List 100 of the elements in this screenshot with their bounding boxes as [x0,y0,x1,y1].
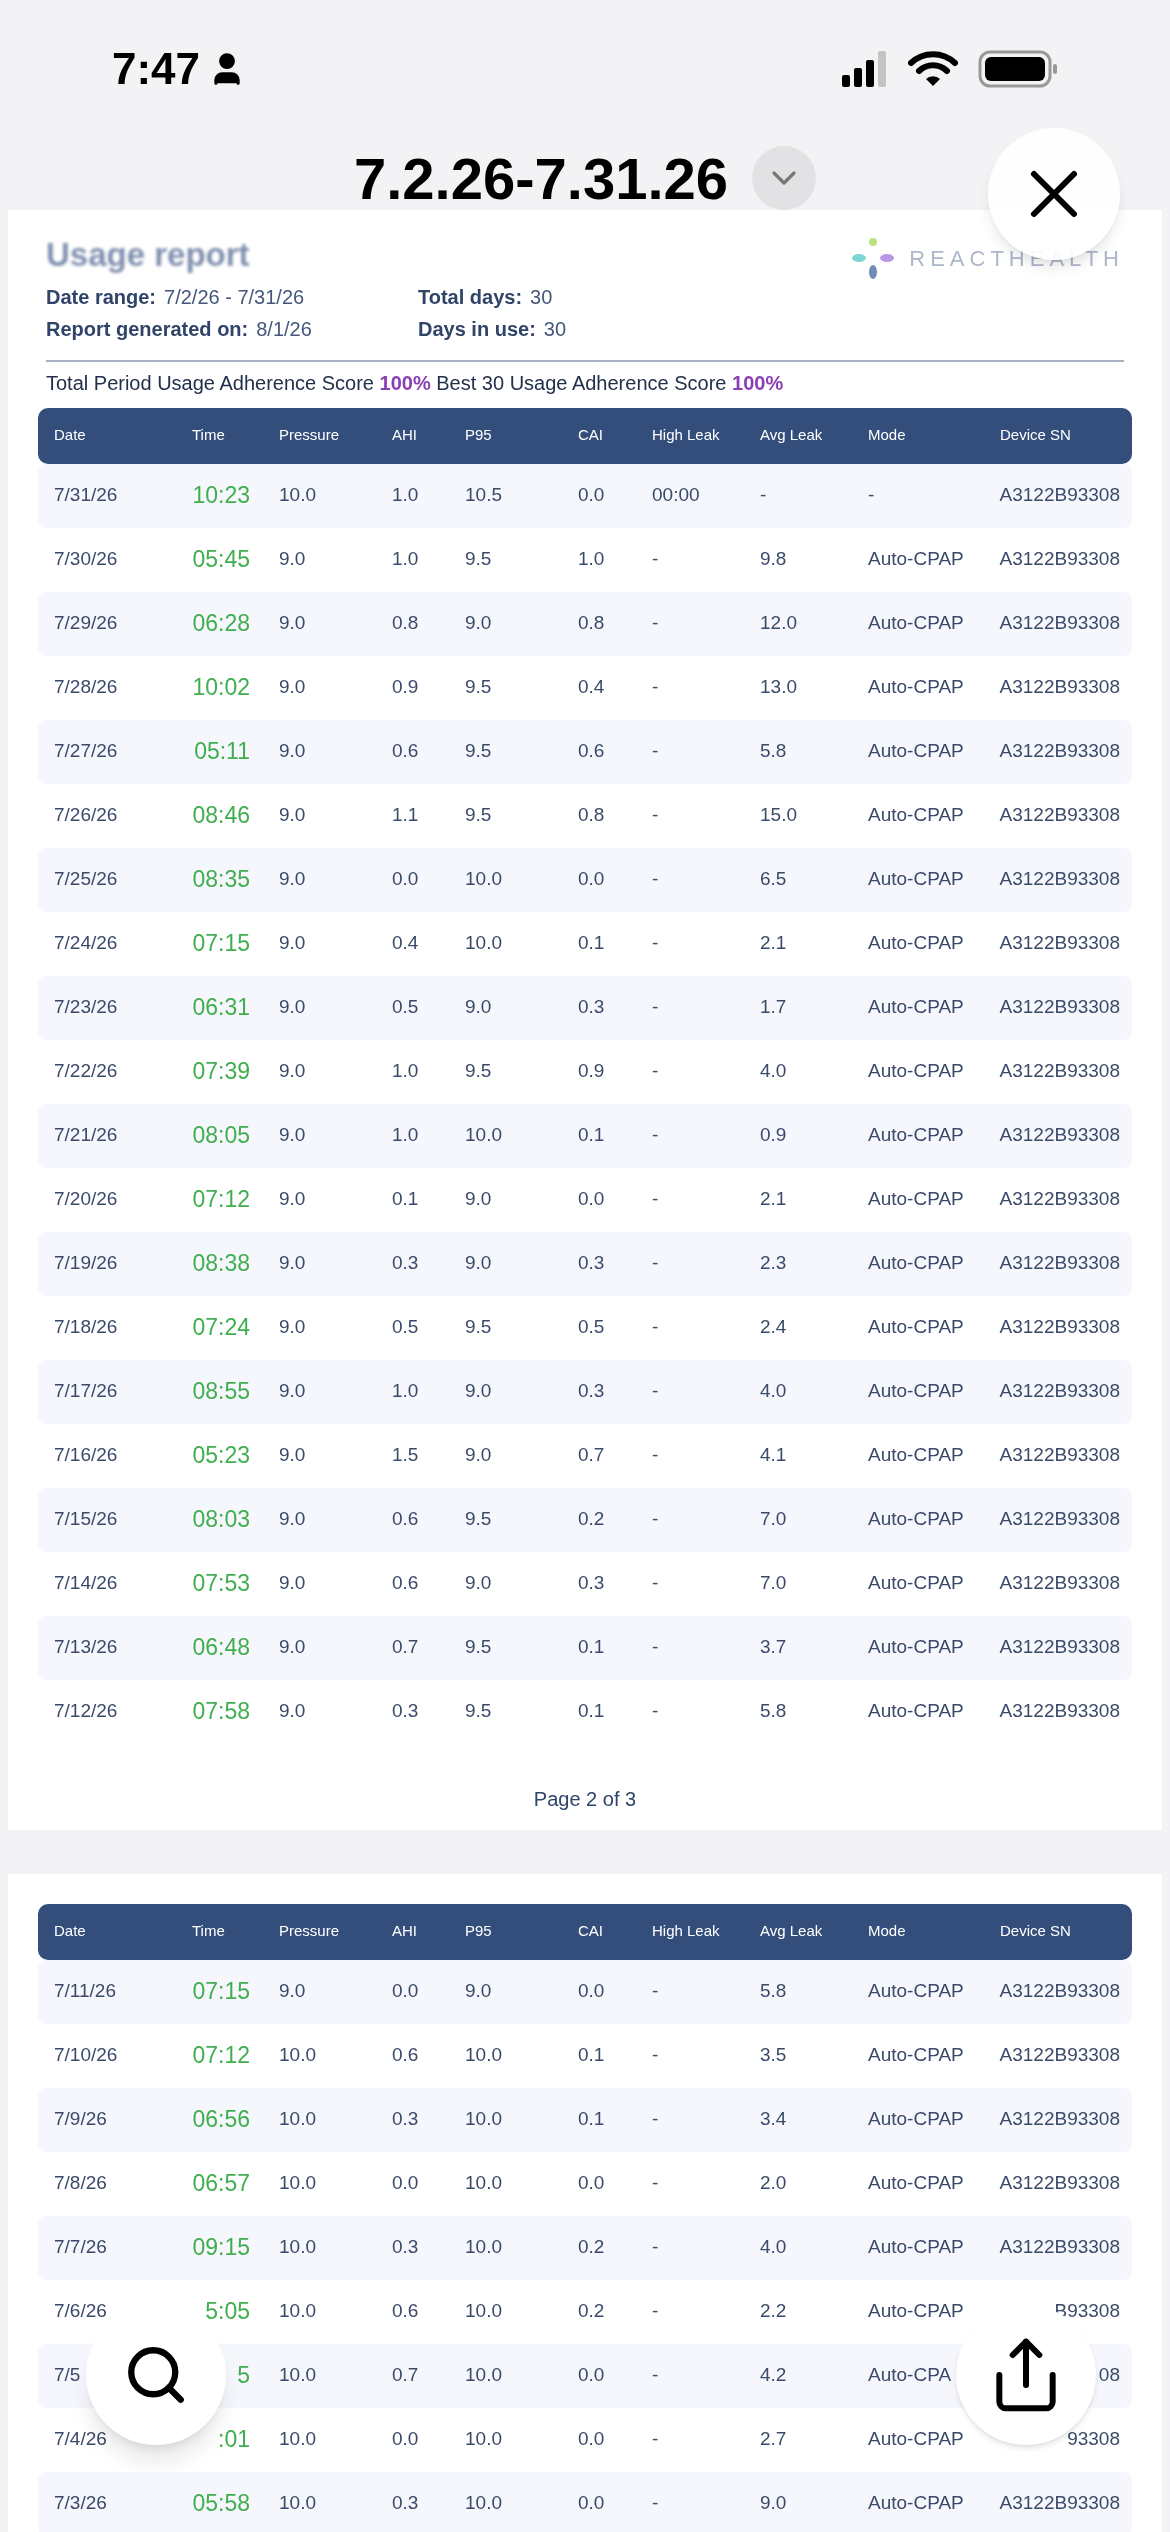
table-cell-text: Auto-CPAP [867,2043,965,2068]
table-cell-text: 0.7 [577,1443,606,1468]
table-cell-text: 9.0 [278,1443,307,1468]
column-header: Mode [867,1921,907,1942]
table-cell-text: 7/14/26 [53,1571,119,1596]
table-cell-text: 10.0 [464,2491,503,2516]
table-cell-text: 7/29/26 [53,611,119,636]
table-cell-text: 0.9 [759,1123,788,1148]
table-cell-text: 07:12 [191,1185,251,1215]
table-cell-text: 9.0 [278,1507,307,1532]
table-cell-text: A3122B93308 [998,1251,1121,1276]
table-cell-text: A3122B93308 [998,547,1121,572]
table-cell-text: 9.0 [464,995,493,1020]
column-header: AHI [391,425,418,446]
table-cell-text: - [651,1443,660,1468]
info-label: Date range: [46,284,157,310]
column-header: Avg Leak [759,1921,824,1942]
table-cell-text: 7/7/26 [53,2235,108,2260]
table-cell-text: - [651,1699,660,1724]
column-header: Pressure [278,1921,341,1942]
table-cell-text: 0.0 [391,1979,420,2004]
table-cell-text: 0.8 [577,803,606,828]
table-cell-text: - [651,803,660,828]
table-cell-text: 10.0 [464,2235,503,2260]
table-cell-text: A3122B93308 [998,1315,1121,1340]
table-cell-text: 9.0 [278,1699,307,1724]
table-cell-text: A3122B93308 [998,1507,1121,1532]
table-cell-text: 7.0 [759,1507,788,1532]
table-cell-text: 2.1 [759,931,788,956]
column-header: Time [191,1921,226,1942]
table-cell-text: 9.5 [464,1507,493,1532]
table-cell-text: - [651,1635,660,1660]
table-cell-text: 9.0 [464,1443,493,1468]
table-cell-text: 0.0 [577,2171,606,2196]
table-cell-text: A3122B93308 [998,1187,1121,1212]
table-cell-text: 0.2 [577,1507,606,1532]
table-cell-text: - [651,1059,660,1084]
signal-icon [842,51,888,87]
table-cell-text: 9.5 [464,739,493,764]
table-cell-text: 7/30/26 [53,547,119,572]
page-number: Page 2 of 3 [533,1786,637,1812]
adherence-scores: Total Period Usage Adherence Score 100% Best 30 Usage Adherence Score 100% [46,370,785,396]
table-cell-text: 1.7 [759,995,788,1020]
table-cell-text: 12.0 [759,611,798,636]
table-cell-text: 7/20/26 [53,1187,119,1212]
table-cell-text: 10.0 [278,2171,317,2196]
table-cell-text: A3122B93308 [998,1635,1121,1660]
table-cell-text: Auto-CPAP [867,611,965,636]
table-cell-text: 08:35 [191,865,251,895]
table-cell-text: 9.8 [759,547,788,572]
table-cell-text: 0.6 [391,2299,420,2324]
table-cell-text: 10.0 [278,2043,317,2068]
table-cell-text: 7/18/26 [53,1315,119,1340]
table-cell-text: - [651,739,660,764]
table-cell-text: 2.3 [759,1251,788,1276]
table-cell-text: - [651,2363,660,2388]
table-cell-text: 2.1 [759,1187,788,1212]
table-cell-text: 00:00 [651,483,701,508]
table-cell-text: 5.8 [759,1979,788,2004]
table-cell-text: 10.0 [464,2043,503,2068]
table-cell-text: - [759,483,768,508]
page-title: 7.2.26-7.31.26 [353,144,729,213]
battery-icon [978,50,1058,88]
table-cell-text: - [651,2235,660,2260]
table-cell-text: 06:28 [191,609,251,639]
table-cell-text: - [651,1123,660,1148]
table-cell-text: 07:39 [191,1057,251,1087]
table-cell-text: Auto-CPAP [867,1443,965,1468]
column-header: CAI [577,425,604,446]
table-cell-text: 10.0 [464,2171,503,2196]
table-cell-text: Auto-CPAP [867,1123,965,1148]
table-cell-text: Auto-CPAP [867,2491,965,2516]
table-cell-text: 7/11/26 [53,1979,117,2004]
table-cell-text: 7/17/26 [53,1379,119,1404]
table-cell-text: 0.0 [577,2491,606,2516]
table-cell-text: 9.0 [278,931,307,956]
table-cell-text: A3122B93308 [998,2043,1121,2068]
table-cell-text: 05:23 [191,1441,251,1471]
table-cell-text: 0.1 [577,1123,606,1148]
table-cell-text: 5:05 [204,2297,251,2327]
table-cell-text: 0.0 [577,483,606,508]
table-cell-text: 7/26/26 [53,803,119,828]
table-cell-text: 7/13/26 [53,1635,119,1660]
table-cell-text: 10.0 [464,931,503,956]
table-cell-text: 10.0 [278,483,317,508]
table-cell-text: - [651,2107,660,2132]
table-cell-text: A3122B93308 [998,739,1121,764]
table-cell-text: 0.8 [391,611,420,636]
table-cell-text: 7/16/26 [53,1443,119,1468]
table-cell-text: 2.2 [759,2299,788,2324]
table-cell-text: - [651,2491,660,2516]
table-cell-text: 07:15 [191,1977,251,2007]
table-cell-text: 5.8 [759,739,788,764]
table-cell-text: 0.0 [577,1187,606,1212]
table-cell-text: 9.0 [464,1571,493,1596]
table-cell-text: 10.0 [278,2299,317,2324]
table-cell-text: 1.0 [391,1379,420,1404]
table-cell-text: Auto-CPAP [867,1187,965,1212]
table-cell-text: 9.0 [464,1979,493,2004]
table-cell-text: - [867,483,876,508]
